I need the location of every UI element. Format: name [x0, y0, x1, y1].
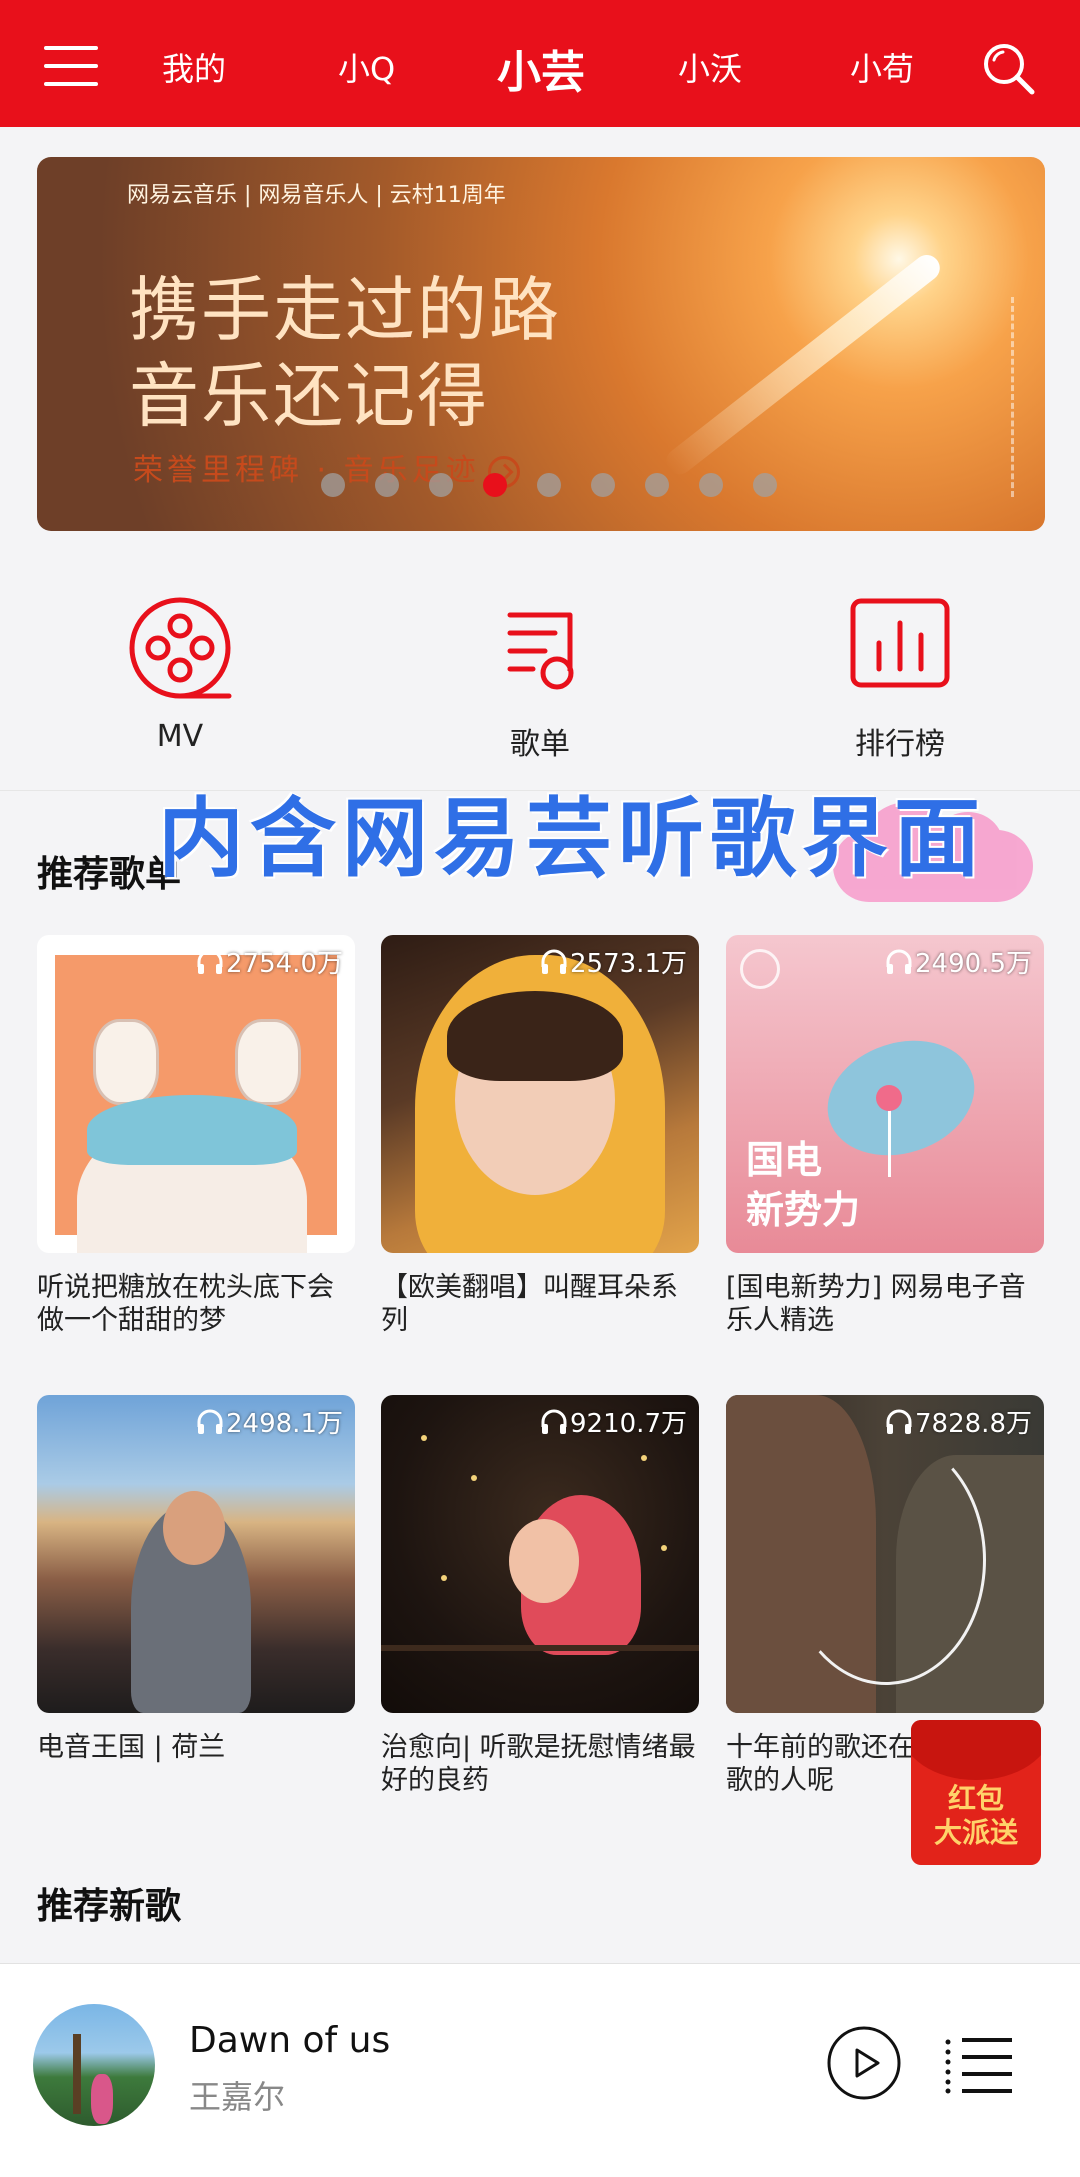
headphones-icon: [197, 1409, 223, 1434]
banner-dot[interactable]: [645, 473, 669, 497]
banner-headline: 携手走过的路 音乐还记得: [129, 267, 561, 439]
playlist-title: 【欧美翻唱】叫醒耳朵系列: [381, 1272, 678, 1336]
chart-ranking-icon: [850, 598, 950, 688]
promo-banner[interactable]: 网易云音乐 | 网易音乐人 | 云村11周年 携手走过的路 音乐还记得 荣誉里程…: [37, 157, 1045, 531]
playlist-queue-icon[interactable]: [944, 2036, 1014, 2094]
play-count-value: 2490.5万: [915, 949, 1032, 979]
red-packet-label: 红包 大派送: [911, 1782, 1041, 1850]
top-navigation-bar: 我的 小Q 小芸 小沃 小苟: [0, 0, 1080, 127]
play-count: 2498.1万: [196, 1403, 343, 1440]
play-count-value: 9210.7万: [570, 1409, 687, 1439]
play-count-value: 2573.1万: [570, 949, 687, 979]
playlist-cover: 国电 新势力 2490.5万: [726, 935, 1044, 1253]
playlist-cover: 2573.1万: [381, 935, 699, 1253]
tab-xiaogou[interactable]: 小苟: [850, 44, 914, 90]
banner-headline-line2: 音乐还记得: [129, 355, 489, 437]
headphones-icon: [886, 949, 912, 974]
play-count: 7828.8万: [885, 1403, 1032, 1440]
playlist-card[interactable]: 2573.1万 【欧美翻唱】叫醒耳朵系列: [381, 935, 699, 1337]
banner-dot[interactable]: [699, 473, 723, 497]
headphones-icon: [886, 1409, 912, 1434]
mini-player[interactable]: Dawn of us 王嘉尔: [0, 1963, 1080, 2177]
quick-entry-label: 歌单: [510, 727, 570, 762]
play-icon[interactable]: [826, 2025, 902, 2101]
banner-decoration: [1011, 297, 1015, 497]
red-packet-line2: 大派送: [933, 1816, 1018, 1849]
playlist-cover: 2498.1万: [37, 1395, 355, 1713]
search-icon[interactable]: [980, 40, 1036, 96]
tab-xiaowo[interactable]: 小沃: [678, 44, 742, 90]
play-count-value: 2754.0万: [226, 949, 343, 979]
banner-headline-line1: 携手走过的路: [129, 269, 561, 351]
banner-dot[interactable]: [753, 473, 777, 497]
player-artist: 王嘉尔: [189, 2078, 286, 2116]
quick-entry-playlist[interactable]: 歌单: [480, 593, 600, 763]
banner-light-streak: [661, 249, 946, 480]
banner-pagination: [321, 473, 821, 499]
playlist-cover: 7828.8万: [726, 1395, 1044, 1713]
playlist-cover: 9210.7万: [381, 1395, 699, 1713]
playlist-card[interactable]: 2498.1万 电音王国 | 荷兰: [37, 1395, 355, 1764]
banner-dot-active[interactable]: [483, 473, 507, 497]
play-count-value: 2498.1万: [226, 1409, 343, 1439]
playlist-title: 电音王国 | 荷兰: [37, 1732, 226, 1763]
quick-entry-mv[interactable]: MV: [120, 593, 240, 754]
playlist-cover: 2754.0万: [37, 935, 355, 1253]
banner-dot[interactable]: [537, 473, 561, 497]
banner-dot[interactable]: [591, 473, 615, 497]
play-count: 2573.1万: [540, 943, 687, 980]
playlist-title: [国电新势力] 网易电子音乐人精选: [726, 1272, 1026, 1336]
playlist-title: 听说把糖放在枕头底下会做一个甜甜的梦: [37, 1272, 334, 1336]
album-art[interactable]: [33, 2004, 155, 2126]
play-count: 2754.0万: [196, 943, 343, 980]
banner-dot[interactable]: [375, 473, 399, 497]
red-packet-line1: 红包: [947, 1782, 1004, 1815]
playlist-note-icon: [507, 612, 574, 690]
red-packet-button[interactable]: 红包 大派送: [911, 1720, 1041, 1865]
player-song-title: Dawn of us: [189, 2020, 391, 2061]
banner-brandline: 网易云音乐 | 网易音乐人 | 云村11周年: [127, 183, 506, 208]
quick-entry-label: MV: [156, 719, 204, 754]
tab-wode[interactable]: 我的: [162, 44, 226, 90]
play-count: 2490.5万: [885, 943, 1032, 980]
playlist-card[interactable]: 国电 新势力 2490.5万 [国电新势力] 网易电子音乐人精选: [726, 935, 1044, 1337]
headphones-icon: [541, 949, 567, 974]
headphones-icon: [541, 1409, 567, 1434]
overlay-caption: 内含网易芸听歌界面: [158, 789, 986, 889]
play-count-value: 7828.8万: [915, 1409, 1032, 1439]
netease-logo-icon: [740, 949, 780, 989]
menu-icon[interactable]: [44, 46, 98, 86]
headphones-icon: [197, 949, 223, 974]
playlist-title: 治愈向| 听歌是抚慰情绪最好的良药: [381, 1732, 696, 1796]
tab-xiaoq[interactable]: 小Q: [338, 44, 395, 90]
section-title-recommend-songs: 推荐新歌: [37, 1886, 182, 1927]
quick-entry-ranking[interactable]: 排行榜: [840, 593, 960, 763]
cover-text: 国电 新势力: [746, 1138, 861, 1232]
playlist-card[interactable]: 9210.7万 治愈向| 听歌是抚慰情绪最好的良药: [381, 1395, 699, 1797]
play-count: 9210.7万: [540, 1403, 687, 1440]
tab-xiaoyun[interactable]: 小芸: [497, 36, 585, 100]
playlist-card[interactable]: 2754.0万 听说把糖放在枕头底下会做一个甜甜的梦: [37, 935, 355, 1337]
quick-entry-label: 排行榜: [855, 727, 945, 762]
banner-dot[interactable]: [321, 473, 345, 497]
banner-dot[interactable]: [429, 473, 453, 497]
mv-film-reel-icon: [129, 597, 232, 699]
